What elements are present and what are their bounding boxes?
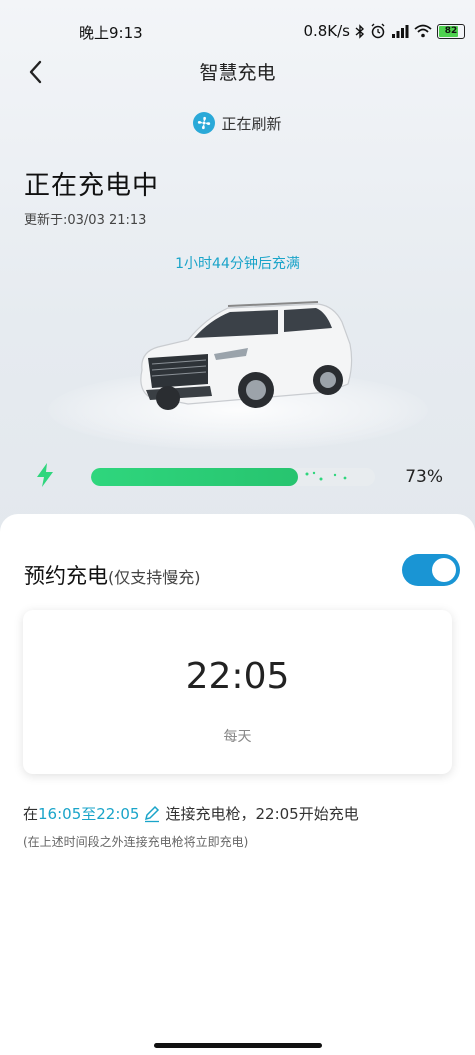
- battery-level: 82: [444, 25, 458, 36]
- reservation-panel: [0, 514, 475, 1055]
- remaining-time: 1小时44分钟后充满: [175, 256, 300, 272]
- bluetooth-icon: [355, 23, 365, 39]
- progress-animation-dots: [305, 471, 347, 481]
- updated-time: 更新于:03/03 21:13: [24, 213, 147, 228]
- reservation-repeat: 每天: [223, 729, 252, 745]
- reservation-time-card[interactable]: 22:05 每天: [23, 610, 452, 774]
- home-indicator[interactable]: [154, 1043, 322, 1048]
- status-time: 晚上9:13: [79, 24, 143, 42]
- window-suffix: 连接充电枪，22:05开始充电: [165, 805, 359, 823]
- refresh-indicator[interactable]: 正在刷新: [0, 112, 475, 134]
- lightning-icon: [37, 463, 53, 487]
- window-range[interactable]: 16:05至22:05: [38, 803, 139, 824]
- toggle-knob: [432, 558, 456, 582]
- network-speed: 0.8K/s: [303, 22, 350, 40]
- alarm-icon: [371, 23, 385, 39]
- charge-status: 正在充电中: [24, 171, 160, 201]
- signal-icon: [392, 25, 409, 38]
- window-prefix: 在: [23, 805, 39, 823]
- car-image: [140, 301, 353, 410]
- charge-progress-bar: [91, 468, 375, 486]
- charge-progress-fill: [91, 468, 299, 486]
- reservation-note: (在上述时间段之外连接充电枪将立即充电): [23, 835, 249, 849]
- reservation-toggle[interactable]: [402, 554, 460, 586]
- status-bar: 晚上9:13 0.8K/s 82: [0, 0, 475, 44]
- reservation-title-text: 预约充电: [24, 564, 108, 588]
- page-header: 智慧充电: [0, 52, 475, 92]
- charge-percent: 73%: [405, 467, 443, 487]
- reservation-title: 预约充电(仅支持慢充): [24, 560, 201, 590]
- battery-icon: 82: [437, 23, 465, 39]
- wifi-icon: [414, 24, 432, 38]
- status-icons: 0.8K/s 82: [303, 22, 465, 40]
- refresh-label: 正在刷新: [221, 114, 282, 133]
- reservation-subtitle: (仅支持慢充): [108, 568, 201, 587]
- charging-window-info: 在 16:05至22:05 连接充电枪，22:05开始充电: [23, 803, 359, 824]
- fan-icon: [193, 112, 216, 134]
- page-title: 智慧充电: [199, 62, 276, 84]
- reservation-time: 22:05: [185, 656, 290, 697]
- edit-icon[interactable]: [143, 805, 161, 823]
